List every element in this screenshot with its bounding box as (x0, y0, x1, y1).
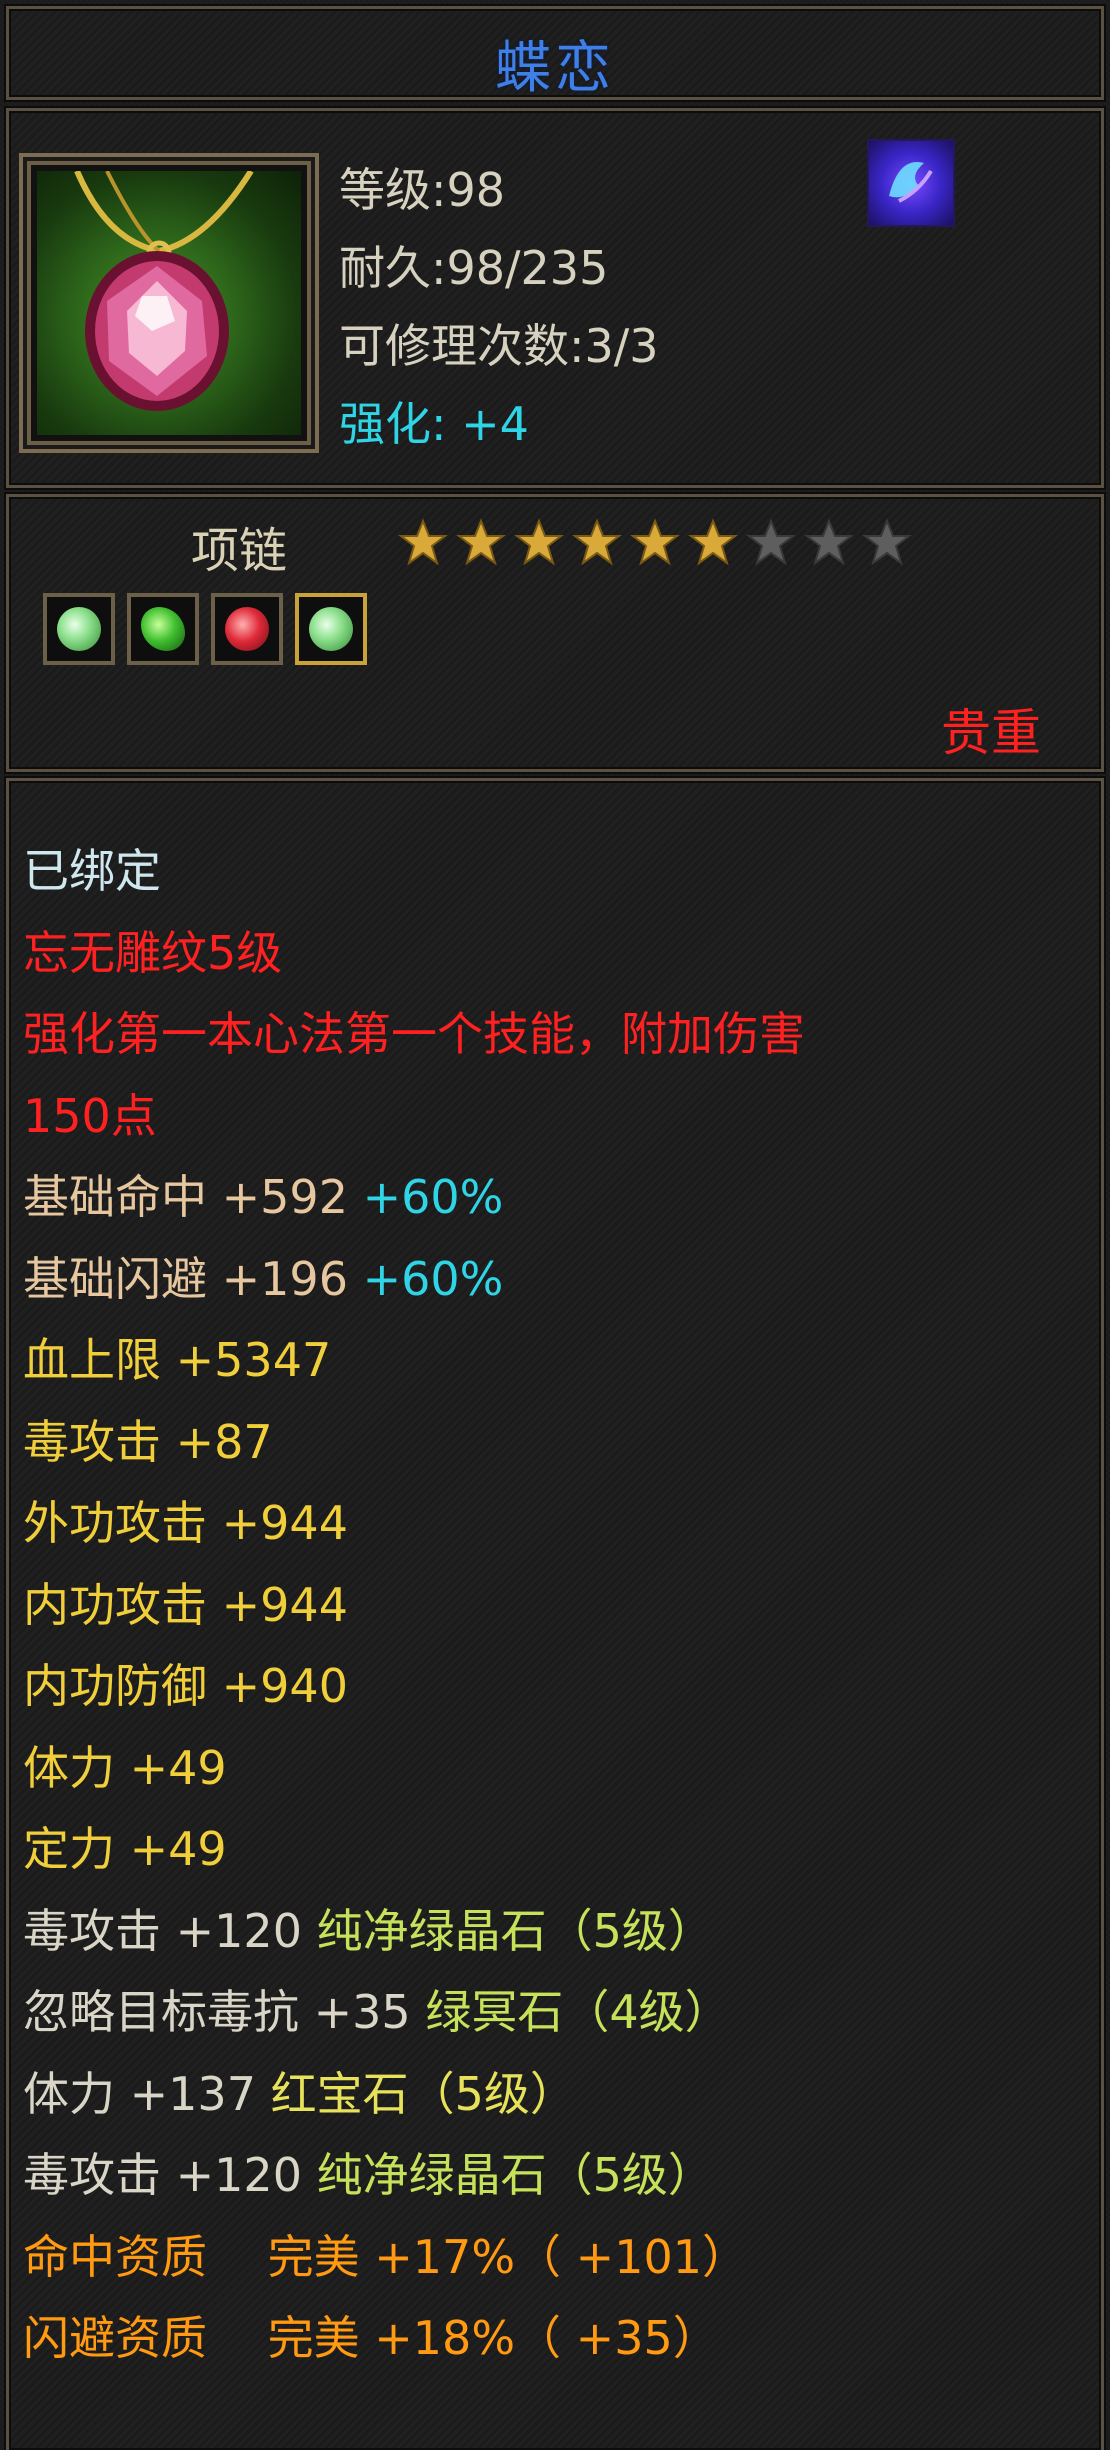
info-lines: 等级:98 耐久:98/235 可修理次数:3/3 强化: +4 (339, 151, 659, 463)
engrave-line: 忘无雕纹5级 (23, 925, 283, 980)
item-tooltip: 蝶恋 等级:98 耐久:98/235 可修理次数:3/3 强化: +4 项链 贵… (0, 0, 1110, 2450)
gem-attr-1: 毒攻击 +120 纯净绿晶石（5级） (23, 1891, 1091, 1973)
skill-effect-line-cont: 150点 (23, 1088, 157, 1143)
gem-attr-1-stat: 毒攻击 +120 (23, 1903, 302, 1958)
gem-attr-3-name: 红宝石（5级） (270, 2066, 576, 2121)
attr-dodge-value: 基础闪避 +196 (23, 1251, 348, 1306)
quality-dodge: 闪避资质 完美 +18%（ +35） (23, 2311, 719, 2365)
star-filled-icon (514, 518, 564, 566)
gem-attr-2: 忽略目标毒抗 +35 绿冥石（4级） (23, 1972, 1091, 2054)
attr-ext-atk: 外功攻击 +944 (23, 1496, 348, 1550)
green-gem-icon (295, 593, 367, 665)
item-icon-frame (19, 153, 319, 453)
gem-attr-4-name: 纯净绿晶石（5级） (316, 2148, 714, 2202)
attr-hit: 基础命中 +592 +60% (23, 1157, 1091, 1239)
attr-dodge: 基础闪避 +196 +60% (23, 1239, 1091, 1321)
rarity-label: 贵重 (941, 704, 1041, 762)
red-gem-icon (211, 593, 283, 665)
bound-status: 已绑定 (23, 844, 161, 898)
gem-attr-3-stat: 体力 +137 (23, 2066, 256, 2121)
item-type: 项链 (191, 523, 288, 579)
attribute-list: 已绑定 忘无雕纹5级 强化第一本心法第一个技能，附加伤害 150点 基础命中 +… (23, 831, 1091, 2380)
level-text: 等级:98 (339, 163, 506, 217)
gem-attr-2-name: 绿冥石（4级） (425, 1985, 731, 2039)
attr-int-def: 内功防御 +940 (23, 1659, 348, 1713)
gem-attr-4: 毒攻击 +120 纯净绿晶石（5级） (23, 2135, 1091, 2217)
enhance-text: 强化: +4 (339, 397, 529, 451)
star-empty-icon (804, 518, 854, 566)
grade-panel: 项链 贵重 (6, 494, 1104, 772)
item-info-panel: 等级:98 耐久:98/235 可修理次数:3/3 强化: +4 (6, 108, 1104, 488)
title-bar: 蝶恋 (6, 6, 1104, 101)
gem-attr-1-name: 纯净绿晶石（5级） (316, 1903, 714, 1958)
attr-focus: 定力 +49 (23, 1822, 227, 1876)
attr-hp: 血上限 +5347 (23, 1333, 332, 1387)
star-filled-icon (456, 518, 506, 566)
quality-hit: 命中资质 完美 +17%（ +101） (23, 2229, 748, 2284)
green-gem-icon (127, 593, 199, 665)
star-filled-icon (630, 518, 680, 566)
star-filled-icon (572, 518, 622, 566)
star-empty-icon (862, 518, 912, 566)
attr-dodge-pct: +60% (362, 1251, 504, 1306)
necklace-icon (37, 171, 301, 435)
durability-text: 耐久:98/235 (339, 241, 609, 295)
star-empty-icon (746, 518, 796, 566)
attributes-panel: 已绑定 忘无雕纹5级 强化第一本心法第一个技能，附加伤害 150点 基础命中 +… (6, 778, 1104, 2450)
attr-hit-pct: +60% (362, 1170, 504, 1224)
attr-int-atk: 内功攻击 +944 (23, 1577, 348, 1632)
star-filled-icon (688, 518, 738, 566)
green-gem-icon (43, 593, 115, 665)
gem-attr-3: 体力 +137 红宝石（5级） (23, 2054, 1091, 2136)
attr-stamina: 体力 +49 (23, 1740, 227, 1795)
skill-effect-line: 强化第一本心法第一个技能，附加伤害 (23, 1007, 805, 1061)
rune-icon (867, 139, 955, 227)
item-name: 蝶恋 (495, 36, 615, 101)
gem-attr-4-stat: 毒攻击 +120 (23, 2148, 302, 2202)
gem-attr-2-stat: 忽略目标毒抗 +35 (23, 1985, 411, 2039)
attr-poison-atk: 毒攻击 +87 (23, 1414, 273, 1469)
star-filled-icon (398, 518, 448, 566)
attr-hit-value: 基础命中 +592 (23, 1170, 348, 1224)
gem-slots (43, 593, 367, 665)
star-rating (397, 517, 913, 581)
repair-count-text: 可修理次数:3/3 (339, 319, 659, 373)
